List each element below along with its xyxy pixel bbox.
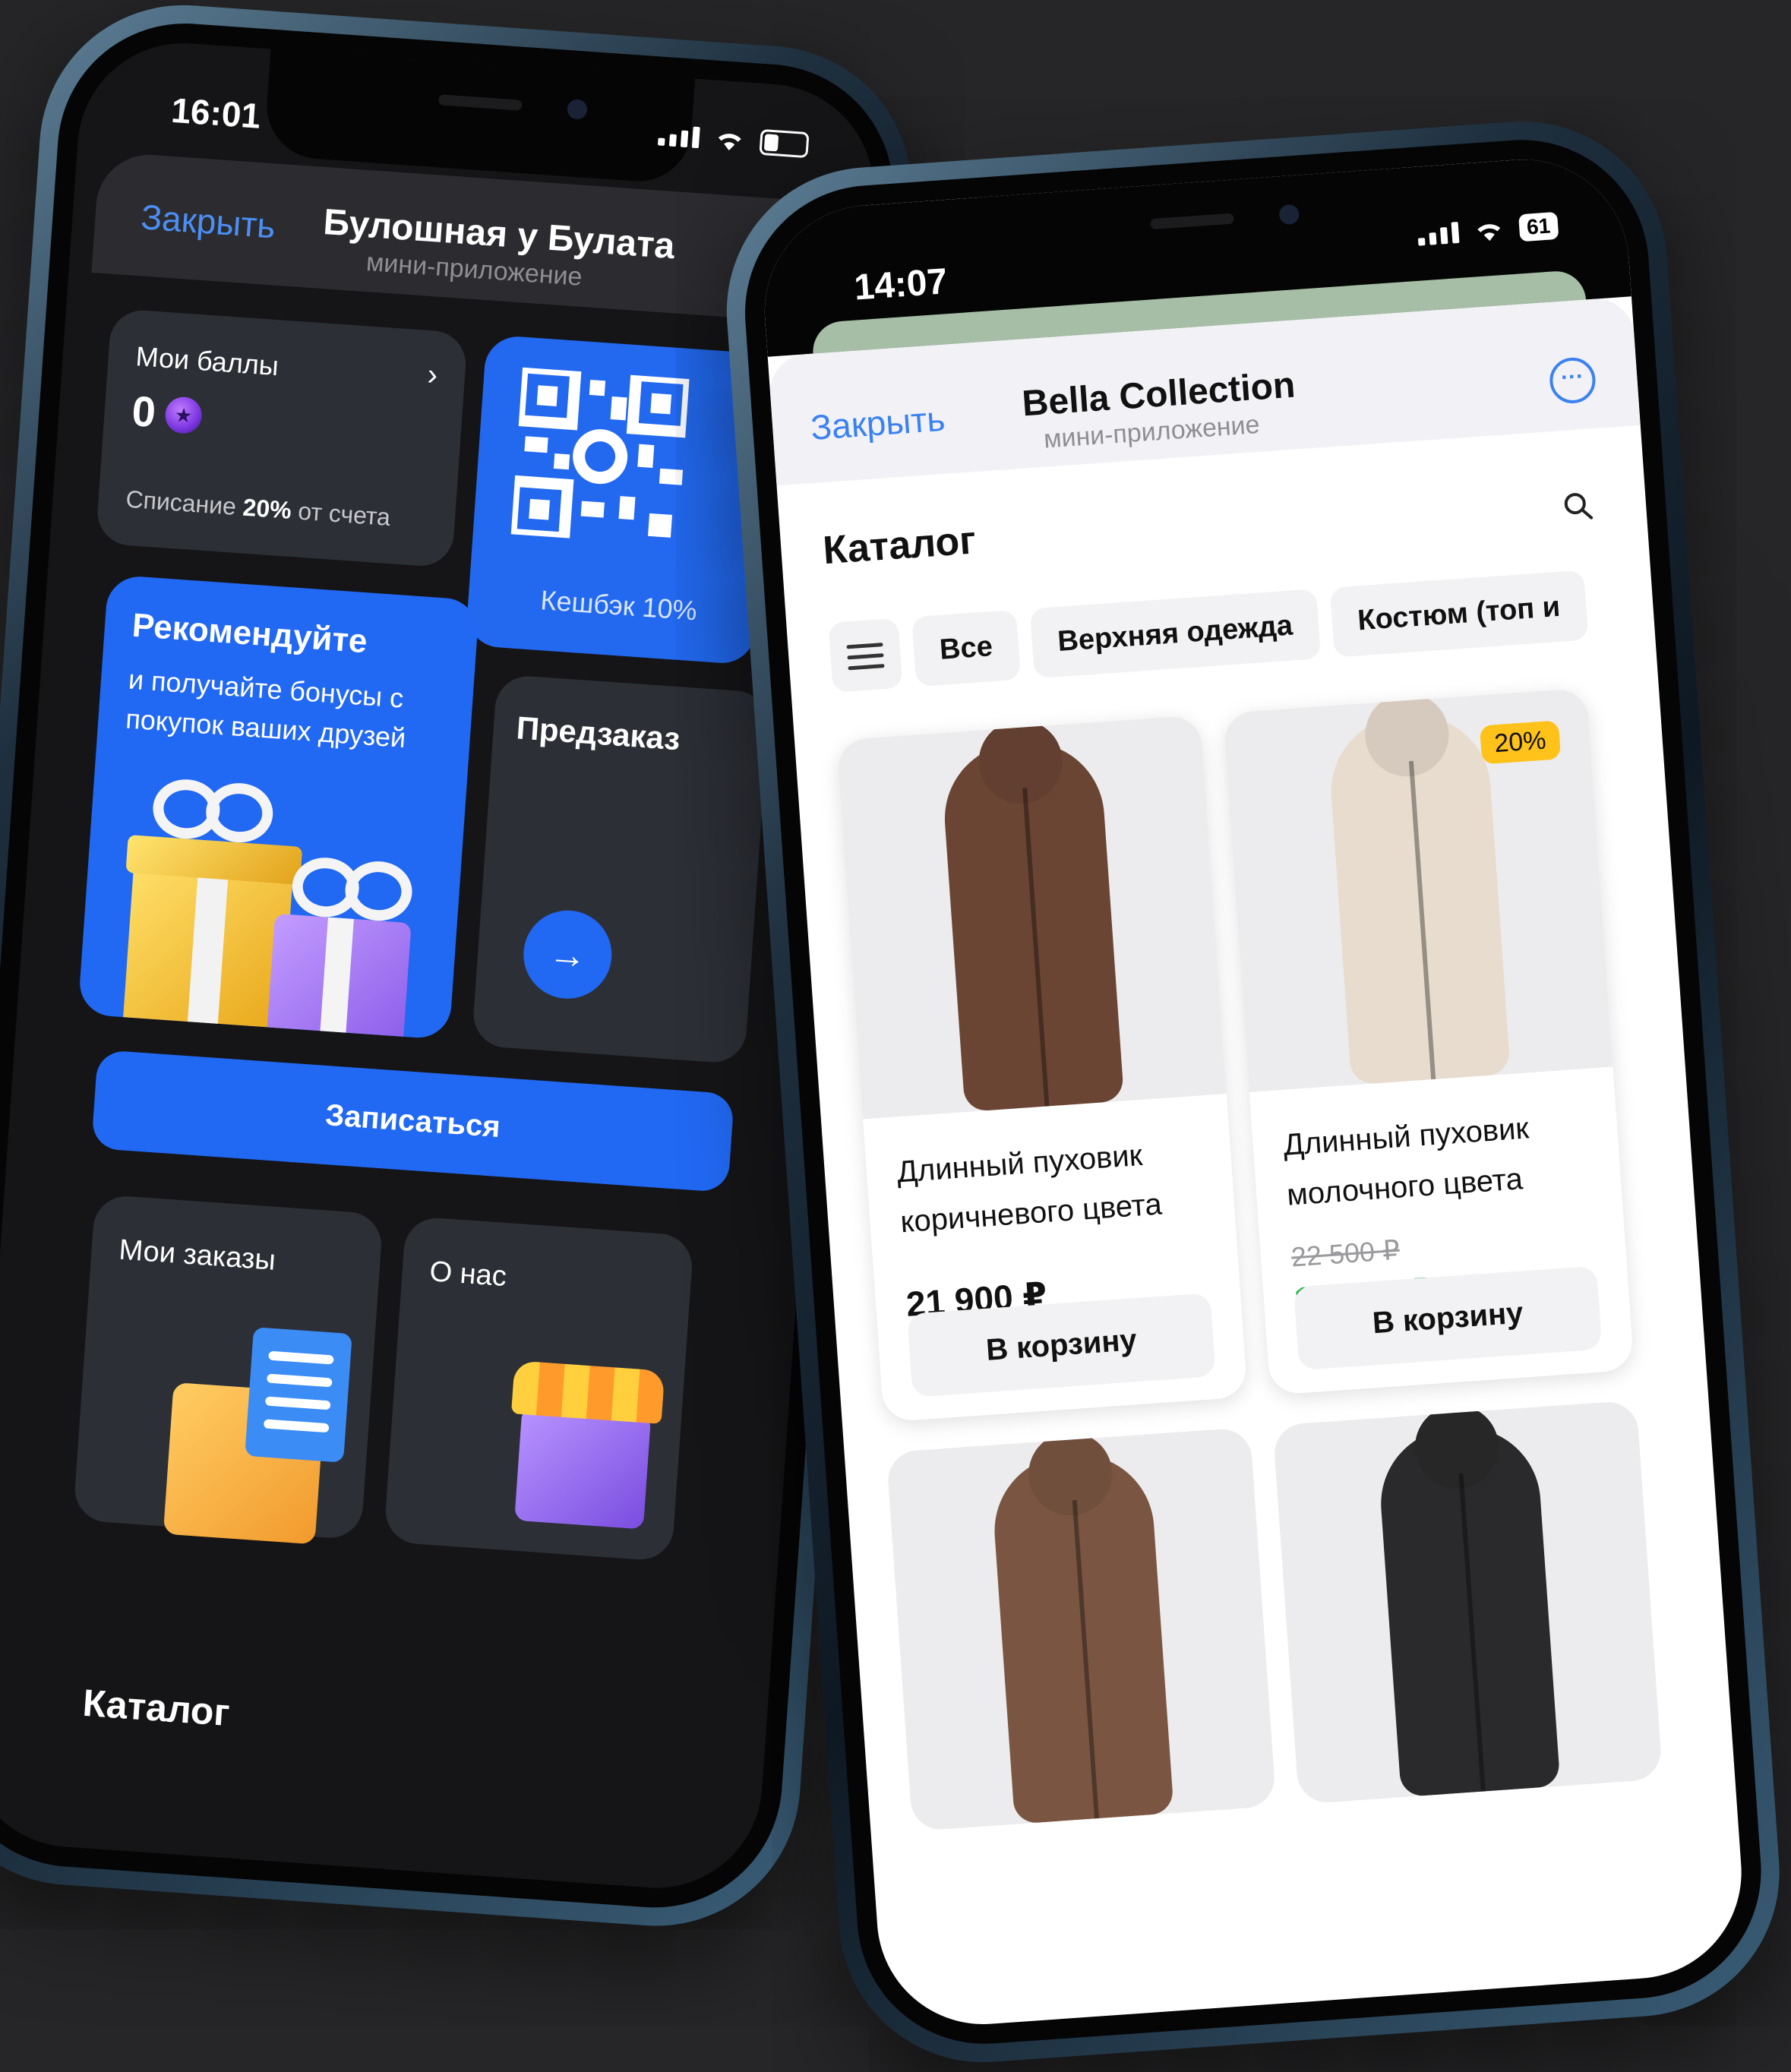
camera-icon xyxy=(1278,204,1300,226)
coat-image xyxy=(989,1449,1174,1824)
points-card[interactable]: Мои баллы › 0 Списание 20% от счета xyxy=(95,308,469,568)
gift-icon xyxy=(123,858,294,1028)
preorder-card[interactable]: Предзаказ → xyxy=(471,674,770,1065)
catalog-heading: Каталог xyxy=(81,1681,232,1735)
chip-suit[interactable]: Костюм (топ и xyxy=(1329,570,1589,658)
speaker xyxy=(437,94,523,111)
coin-icon xyxy=(163,396,204,435)
close-button[interactable]: Закрыть xyxy=(809,398,946,448)
qr-code-icon xyxy=(510,367,690,545)
product-image xyxy=(836,715,1227,1120)
coat-image xyxy=(940,737,1125,1113)
product-name: Длинный пуховик молочного цвета xyxy=(1282,1111,1530,1212)
orders-card[interactable]: Мои заказы xyxy=(72,1194,384,1545)
category-chips: Все Верхняя одежда Костюм (топ и xyxy=(828,570,1589,693)
speaker xyxy=(1150,213,1234,230)
orders-title: Мои заказы xyxy=(118,1233,277,1277)
gift-bow-icon xyxy=(343,859,415,924)
arrow-right-icon[interactable]: → xyxy=(520,907,615,1002)
points-value: 0 xyxy=(130,387,158,437)
writeoff-suffix: от счета xyxy=(290,496,392,532)
writeoff-prefix: Списание xyxy=(125,485,244,521)
product-old-price: 22 500 ₽ xyxy=(1290,1233,1401,1273)
writeoff-text: Списание 20% от счета xyxy=(125,485,391,532)
product-card[interactable]: 20% Длинный пуховик молочного цвета 22 5… xyxy=(1222,687,1635,1395)
coat-image xyxy=(1376,1422,1561,1798)
signup-button[interactable]: Записаться xyxy=(90,1049,735,1193)
catalog-heading: Каталог xyxy=(821,518,978,573)
shop-icon xyxy=(514,1407,652,1530)
chip-outerwear[interactable]: Верхняя одежда xyxy=(1029,589,1321,679)
chevron-right-icon: › xyxy=(426,358,439,392)
chip-all[interactable]: Все xyxy=(911,609,1021,687)
product-image[interactable] xyxy=(1272,1400,1663,1805)
points-label: Мои баллы xyxy=(134,340,280,382)
product-image: 20% xyxy=(1222,687,1613,1092)
battery-icon xyxy=(759,128,810,159)
close-button[interactable]: Закрыть xyxy=(140,196,277,246)
phone-right-screen: 14:07 61 Закрыть Bella Collection мини-п… xyxy=(757,152,1749,2032)
signal-icon xyxy=(1417,221,1460,246)
document-icon xyxy=(245,1327,352,1463)
signal-icon xyxy=(657,124,700,149)
writeoff-percent: 20% xyxy=(242,493,292,524)
battery-level: 61 xyxy=(1518,211,1559,242)
qr-card[interactable]: Кешбэк 10% xyxy=(465,334,775,665)
wifi-icon xyxy=(718,134,741,150)
preorder-title: Предзаказ xyxy=(515,709,681,757)
about-title: О нас xyxy=(428,1256,508,1293)
phone-right: 14:07 61 Закрыть Bella Collection мини-п… xyxy=(717,112,1789,2072)
camera-icon xyxy=(567,99,588,120)
status-time: 14:07 xyxy=(852,261,949,308)
product-name: Длинный пуховик коричневого цвета xyxy=(896,1138,1164,1240)
more-icon[interactable]: ··· xyxy=(1548,355,1597,405)
about-card[interactable]: О нас xyxy=(383,1215,694,1562)
status-time: 16:01 xyxy=(169,90,262,136)
wifi-icon xyxy=(1477,224,1501,242)
coat-image xyxy=(1325,710,1511,1085)
search-icon[interactable] xyxy=(1562,490,1594,523)
recommend-card[interactable]: Рекомендуйте и получайте бонусы с покупо… xyxy=(77,574,480,1041)
recommend-title: Рекомендуйте xyxy=(131,606,369,661)
menu-icon xyxy=(846,636,885,678)
product-card[interactable]: Длинный пуховик коричневого цвета 21 900… xyxy=(836,715,1248,1423)
product-image[interactable] xyxy=(886,1426,1277,1832)
gift-bow-icon xyxy=(204,781,275,845)
cashback-label: Кешбэк 10% xyxy=(539,584,698,627)
filter-menu-button[interactable] xyxy=(828,617,903,693)
discount-badge: 20% xyxy=(1479,720,1562,765)
recommend-text: и получайте бонусы с покупок ваших друзе… xyxy=(125,663,407,754)
gift-icon xyxy=(267,913,412,1037)
